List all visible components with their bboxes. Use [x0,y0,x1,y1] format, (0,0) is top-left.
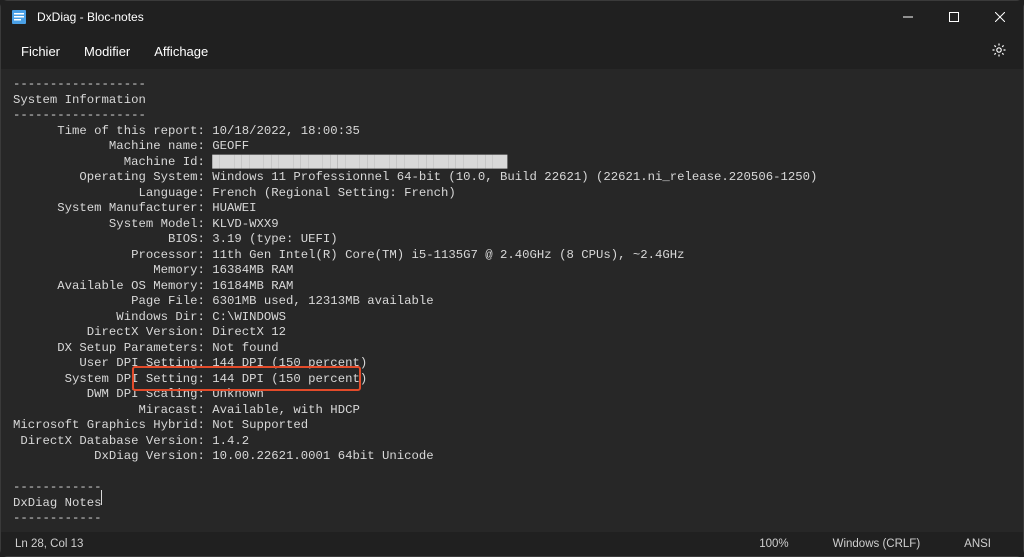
settings-button[interactable] [983,35,1015,67]
window-title: DxDiag - Bloc-notes [37,10,144,24]
menu-view[interactable]: Affichage [142,38,220,65]
status-encoding[interactable]: ANSI [946,538,1009,550]
minimize-button[interactable] [885,1,931,33]
close-button[interactable] [977,1,1023,33]
text-editor[interactable]: ------------------ System Information --… [1,69,1023,532]
menu-edit[interactable]: Modifier [72,38,142,65]
status-line-ending[interactable]: Windows (CRLF) [815,538,939,550]
menu-file[interactable]: Fichier [9,38,72,65]
gear-icon [991,42,1007,61]
notepad-icon [11,9,27,25]
status-position: Ln 28, Col 13 [15,538,83,550]
maximize-button[interactable] [931,1,977,33]
status-zoom[interactable]: 100% [741,538,806,550]
window-controls [885,1,1023,33]
status-bar: Ln 28, Col 13 100% Windows (CRLF) ANSI [1,532,1023,556]
title-bar: DxDiag - Bloc-notes [1,1,1023,33]
menu-bar: Fichier Modifier Affichage [1,33,1023,69]
text-content: ------------------ System Information --… [13,77,1011,527]
